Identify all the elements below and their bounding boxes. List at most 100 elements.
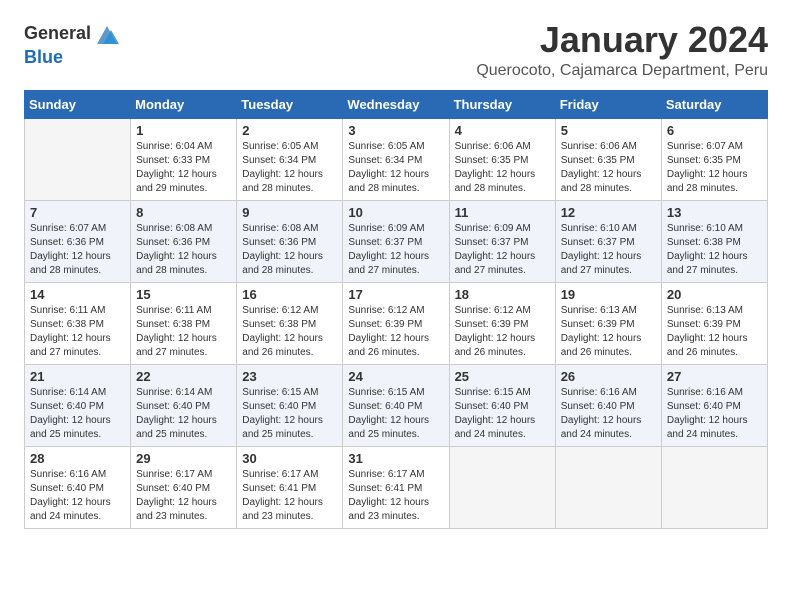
weekday-header: Friday bbox=[555, 90, 661, 118]
calendar-cell: 19 Sunrise: 6:13 AM Sunset: 6:39 PM Dayli… bbox=[555, 282, 661, 364]
calendar-week-row: 28 Sunrise: 6:16 AM Sunset: 6:40 PM Dayli… bbox=[25, 446, 768, 528]
calendar-week-row: 14 Sunrise: 6:11 AM Sunset: 6:38 PM Dayli… bbox=[25, 282, 768, 364]
day-number: 7 bbox=[30, 205, 125, 220]
day-number: 26 bbox=[561, 369, 656, 384]
cell-info: Sunrise: 6:17 AM Sunset: 6:41 PM Dayligh… bbox=[242, 468, 337, 524]
calendar-cell: 21 Sunrise: 6:14 AM Sunset: 6:40 PM Dayli… bbox=[25, 364, 131, 446]
day-number: 17 bbox=[348, 287, 443, 302]
day-number: 20 bbox=[667, 287, 762, 302]
cell-info: Sunrise: 6:13 AM Sunset: 6:39 PM Dayligh… bbox=[667, 304, 762, 360]
cell-info: Sunrise: 6:16 AM Sunset: 6:40 PM Dayligh… bbox=[30, 468, 125, 524]
day-number: 13 bbox=[667, 205, 762, 220]
day-number: 11 bbox=[455, 205, 550, 220]
calendar-subtitle: Querocoto, Cajamarca Department, Peru bbox=[476, 62, 768, 80]
day-number: 15 bbox=[136, 287, 231, 302]
calendar-cell: 11Sunrise: 6:09 AM Sunset: 6:37 PM Dayli… bbox=[449, 200, 555, 282]
cell-info: Sunrise: 6:06 AM Sunset: 6:35 PM Dayligh… bbox=[455, 140, 550, 196]
calendar-cell: 31Sunrise: 6:17 AM Sunset: 6:41 PM Dayli… bbox=[343, 446, 449, 528]
calendar-cell: 18 Sunrise: 6:12 AM Sunset: 6:39 PM Dayli… bbox=[449, 282, 555, 364]
logo-general-text: General bbox=[24, 24, 91, 44]
cell-info: Sunrise: 6:10 AM Sunset: 6:37 PM Dayligh… bbox=[561, 222, 656, 278]
calendar-cell: 25 Sunrise: 6:15 AM Sunset: 6:40 PM Dayli… bbox=[449, 364, 555, 446]
cell-info: Sunrise: 6:17 AM Sunset: 6:41 PM Dayligh… bbox=[348, 468, 443, 524]
calendar-cell: 2 Sunrise: 6:05 AM Sunset: 6:34 PM Daylig… bbox=[237, 118, 343, 200]
calendar-cell: 4 Sunrise: 6:06 AM Sunset: 6:35 PM Daylig… bbox=[449, 118, 555, 200]
calendar-cell: 20 Sunrise: 6:13 AM Sunset: 6:39 PM Dayli… bbox=[661, 282, 767, 364]
cell-info: Sunrise: 6:12 AM Sunset: 6:38 PM Dayligh… bbox=[242, 304, 337, 360]
day-number: 29 bbox=[136, 451, 231, 466]
logo: General Blue bbox=[24, 20, 121, 68]
calendar-cell: 27 Sunrise: 6:16 AM Sunset: 6:40 PM Dayli… bbox=[661, 364, 767, 446]
weekday-header: Tuesday bbox=[237, 90, 343, 118]
calendar-week-row: 21 Sunrise: 6:14 AM Sunset: 6:40 PM Dayli… bbox=[25, 364, 768, 446]
logo-blue-text: Blue bbox=[24, 48, 63, 68]
page-header: General Blue January 2024 Querocoto, Caj… bbox=[24, 20, 768, 80]
calendar-cell: 22 Sunrise: 6:14 AM Sunset: 6:40 PM Dayli… bbox=[131, 364, 237, 446]
calendar-cell: 28 Sunrise: 6:16 AM Sunset: 6:40 PM Dayli… bbox=[25, 446, 131, 528]
weekday-header: Sunday bbox=[25, 90, 131, 118]
cell-info: Sunrise: 6:16 AM Sunset: 6:40 PM Dayligh… bbox=[561, 386, 656, 442]
cell-info: Sunrise: 6:12 AM Sunset: 6:39 PM Dayligh… bbox=[348, 304, 443, 360]
calendar-cell: 8 Sunrise: 6:08 AM Sunset: 6:36 PM Daylig… bbox=[131, 200, 237, 282]
calendar-title: January 2024 bbox=[476, 20, 768, 60]
calendar-cell bbox=[555, 446, 661, 528]
cell-info: Sunrise: 6:12 AM Sunset: 6:39 PM Dayligh… bbox=[455, 304, 550, 360]
day-number: 8 bbox=[136, 205, 231, 220]
day-number: 21 bbox=[30, 369, 125, 384]
header-row: SundayMondayTuesdayWednesdayThursdayFrid… bbox=[25, 90, 768, 118]
day-number: 3 bbox=[348, 123, 443, 138]
day-number: 6 bbox=[667, 123, 762, 138]
cell-info: Sunrise: 6:08 AM Sunset: 6:36 PM Dayligh… bbox=[136, 222, 231, 278]
cell-info: Sunrise: 6:05 AM Sunset: 6:34 PM Dayligh… bbox=[242, 140, 337, 196]
cell-info: Sunrise: 6:07 AM Sunset: 6:35 PM Dayligh… bbox=[667, 140, 762, 196]
calendar-cell: 1 Sunrise: 6:04 AM Sunset: 6:33 PM Daylig… bbox=[131, 118, 237, 200]
day-number: 19 bbox=[561, 287, 656, 302]
day-number: 16 bbox=[242, 287, 337, 302]
day-number: 28 bbox=[30, 451, 125, 466]
cell-info: Sunrise: 6:11 AM Sunset: 6:38 PM Dayligh… bbox=[136, 304, 231, 360]
day-number: 10 bbox=[348, 205, 443, 220]
day-number: 18 bbox=[455, 287, 550, 302]
weekday-header: Saturday bbox=[661, 90, 767, 118]
cell-info: Sunrise: 6:08 AM Sunset: 6:36 PM Dayligh… bbox=[242, 222, 337, 278]
calendar-cell: 9 Sunrise: 6:08 AM Sunset: 6:36 PM Daylig… bbox=[237, 200, 343, 282]
calendar-cell bbox=[661, 446, 767, 528]
calendar-cell: 15 Sunrise: 6:11 AM Sunset: 6:38 PM Dayli… bbox=[131, 282, 237, 364]
day-number: 27 bbox=[667, 369, 762, 384]
cell-info: Sunrise: 6:06 AM Sunset: 6:35 PM Dayligh… bbox=[561, 140, 656, 196]
calendar-cell: 29 Sunrise: 6:17 AM Sunset: 6:40 PM Dayli… bbox=[131, 446, 237, 528]
day-number: 1 bbox=[136, 123, 231, 138]
logo-icon bbox=[93, 20, 121, 48]
day-number: 5 bbox=[561, 123, 656, 138]
cell-info: Sunrise: 6:13 AM Sunset: 6:39 PM Dayligh… bbox=[561, 304, 656, 360]
cell-info: Sunrise: 6:17 AM Sunset: 6:40 PM Dayligh… bbox=[136, 468, 231, 524]
calendar-cell: 26 Sunrise: 6:16 AM Sunset: 6:40 PM Dayli… bbox=[555, 364, 661, 446]
cell-info: Sunrise: 6:15 AM Sunset: 6:40 PM Dayligh… bbox=[242, 386, 337, 442]
cell-info: Sunrise: 6:14 AM Sunset: 6:40 PM Dayligh… bbox=[30, 386, 125, 442]
calendar-cell: 17 Sunrise: 6:12 AM Sunset: 6:39 PM Dayli… bbox=[343, 282, 449, 364]
calendar-cell: 5 Sunrise: 6:06 AM Sunset: 6:35 PM Daylig… bbox=[555, 118, 661, 200]
day-number: 4 bbox=[455, 123, 550, 138]
cell-info: Sunrise: 6:14 AM Sunset: 6:40 PM Dayligh… bbox=[136, 386, 231, 442]
calendar-cell: 7 Sunrise: 6:07 AM Sunset: 6:36 PM Daylig… bbox=[25, 200, 131, 282]
calendar-cell: 30Sunrise: 6:17 AM Sunset: 6:41 PM Dayli… bbox=[237, 446, 343, 528]
day-number: 22 bbox=[136, 369, 231, 384]
calendar-cell: 6 Sunrise: 6:07 AM Sunset: 6:35 PM Daylig… bbox=[661, 118, 767, 200]
calendar-cell: 24 Sunrise: 6:15 AM Sunset: 6:40 PM Dayli… bbox=[343, 364, 449, 446]
calendar-cell: 3Sunrise: 6:05 AM Sunset: 6:34 PM Daylig… bbox=[343, 118, 449, 200]
cell-info: Sunrise: 6:04 AM Sunset: 6:33 PM Dayligh… bbox=[136, 140, 231, 196]
day-number: 25 bbox=[455, 369, 550, 384]
calendar-cell bbox=[449, 446, 555, 528]
day-number: 14 bbox=[30, 287, 125, 302]
cell-info: Sunrise: 6:10 AM Sunset: 6:38 PM Dayligh… bbox=[667, 222, 762, 278]
cell-info: Sunrise: 6:07 AM Sunset: 6:36 PM Dayligh… bbox=[30, 222, 125, 278]
day-number: 2 bbox=[242, 123, 337, 138]
calendar-cell: 14Sunrise: 6:11 AM Sunset: 6:38 PM Dayli… bbox=[25, 282, 131, 364]
day-number: 9 bbox=[242, 205, 337, 220]
cell-info: Sunrise: 6:15 AM Sunset: 6:40 PM Dayligh… bbox=[455, 386, 550, 442]
day-number: 24 bbox=[348, 369, 443, 384]
cell-info: Sunrise: 6:16 AM Sunset: 6:40 PM Dayligh… bbox=[667, 386, 762, 442]
title-area: January 2024 Querocoto, Cajamarca Depart… bbox=[476, 20, 768, 80]
calendar-cell: 12Sunrise: 6:10 AM Sunset: 6:37 PM Dayli… bbox=[555, 200, 661, 282]
cell-info: Sunrise: 6:15 AM Sunset: 6:40 PM Dayligh… bbox=[348, 386, 443, 442]
